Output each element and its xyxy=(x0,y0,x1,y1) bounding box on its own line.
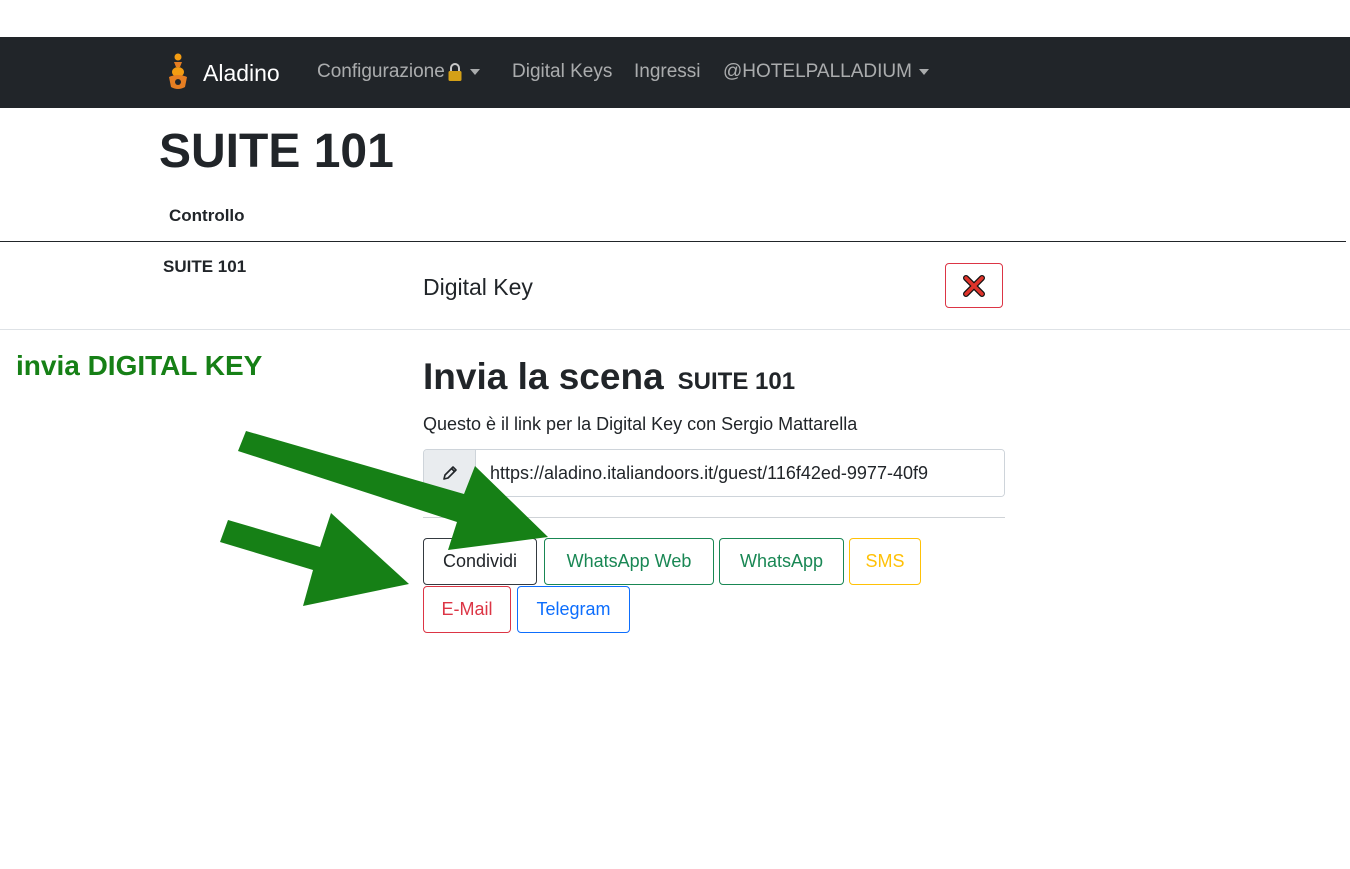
modal-title: Digital Key xyxy=(423,274,533,300)
nav-configurazione-label: Configurazione xyxy=(317,61,445,82)
buttons-divider xyxy=(423,517,1005,518)
nav-account[interactable]: @HOTELPALLADIUM xyxy=(723,61,929,83)
nav-account-label: @HOTELPALLADIUM xyxy=(723,61,912,82)
close-button[interactable] xyxy=(945,263,1003,308)
edit-addon[interactable] xyxy=(424,450,476,496)
scene-heading-text: Invia la scena xyxy=(423,356,664,397)
close-x-icon xyxy=(963,274,985,297)
digital-key-link-input[interactable] xyxy=(476,450,1004,496)
scene-name: SUITE 101 xyxy=(677,368,796,395)
arrow-to-email xyxy=(220,513,409,606)
nav-digital-keys[interactable]: Digital Keys xyxy=(512,61,612,83)
email-button[interactable]: E-Mail xyxy=(423,586,511,633)
chevron-down-icon xyxy=(469,69,480,75)
condividi-button[interactable]: Condividi xyxy=(423,538,537,585)
top-navbar: Aladino Configurazione Digital Keys Ingr… xyxy=(0,37,1350,108)
nav-configurazione[interactable]: Configurazione xyxy=(317,61,480,83)
nav-ingressi[interactable]: Ingressi xyxy=(634,61,701,83)
table-header-divider xyxy=(0,241,1346,242)
whatsapp-button[interactable]: WhatsApp xyxy=(719,538,844,585)
brand-name: Aladino xyxy=(203,59,280,86)
digital-key-modal: Digital Key Invia la scena SUITE 101 Ques… xyxy=(408,244,1021,664)
brand[interactable]: Aladino xyxy=(163,53,280,93)
link-input-group xyxy=(423,449,1005,497)
whatsapp-web-button[interactable]: WhatsApp Web xyxy=(544,538,714,585)
annotation-label: invia DIGITAL KEY xyxy=(16,350,263,381)
modal-header-divider xyxy=(408,329,1021,330)
padlock-icon xyxy=(448,63,462,81)
page-title: SUITE 101 xyxy=(159,125,394,178)
table-header-controllo: Controllo xyxy=(169,206,245,225)
scene-heading: Invia la scena SUITE 101 xyxy=(423,356,795,398)
telegram-button[interactable]: Telegram xyxy=(517,586,630,633)
chevron-down-icon xyxy=(918,69,929,75)
aladino-lamp-icon xyxy=(169,53,187,89)
sms-button[interactable]: SMS xyxy=(849,538,921,585)
pencil-icon xyxy=(442,466,457,480)
table-row-label: SUITE 101 xyxy=(163,257,247,276)
link-description: Questo è il link per la Digital Key con … xyxy=(423,414,858,434)
